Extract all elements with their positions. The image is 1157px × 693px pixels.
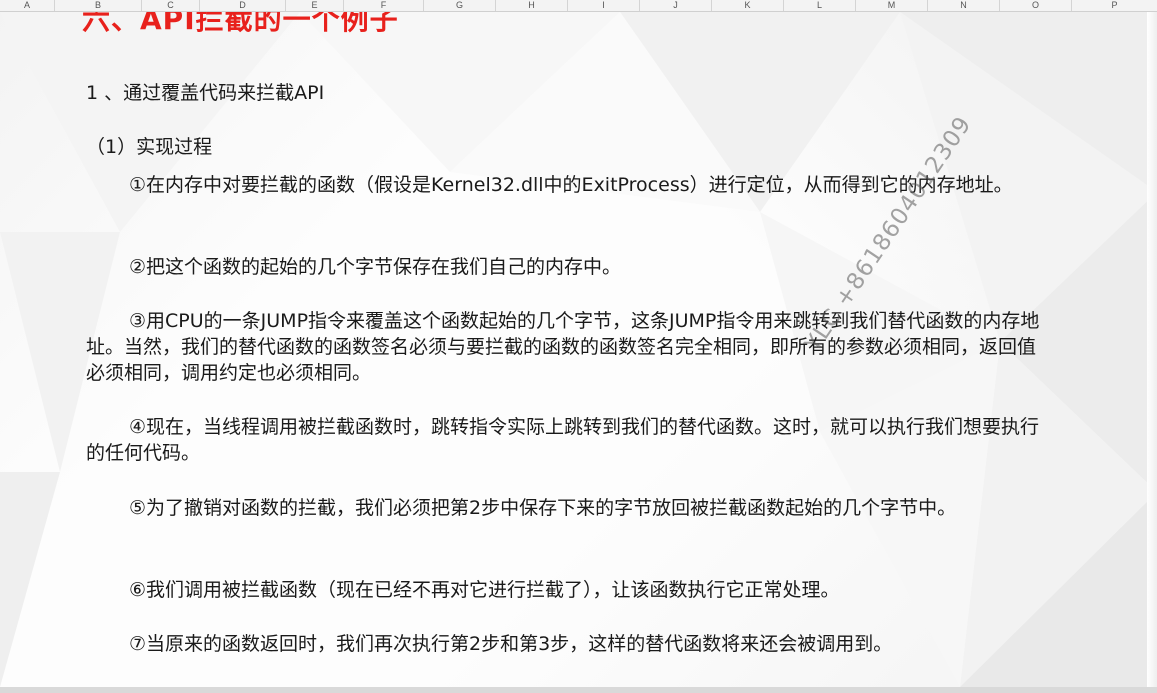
slide-image: 六、API拦截的一个例子 1 、通过覆盖代码来拦截API （1）实现过程 ①在内… bbox=[0, 12, 1157, 687]
column-header-k[interactable]: K bbox=[712, 0, 784, 11]
step-item: ③用CPU的一条JUMP指令来覆盖这个函数起始的几个字节，这条JUMP指令用来跳… bbox=[86, 308, 1046, 386]
column-header-b[interactable]: B bbox=[55, 0, 142, 11]
step-text: ①在内存中对要拦截的函数（假设是Kernel32.dll中的ExitProces… bbox=[129, 174, 1013, 196]
column-header-m[interactable]: M bbox=[856, 0, 928, 11]
step-item: ①在内存中对要拦截的函数（假设是Kernel32.dll中的ExitProces… bbox=[86, 172, 1046, 198]
column-header-j[interactable]: J bbox=[640, 0, 712, 11]
step-text: ④现在，当线程调用被拦截函数时，跳转指令实际上跳转到我们的替代函数。这时，就可以… bbox=[86, 416, 1040, 464]
column-header-f[interactable]: F bbox=[344, 0, 424, 11]
column-header-d[interactable]: D bbox=[200, 0, 286, 11]
subsection-title: （1）实现过程 bbox=[86, 136, 213, 158]
step-item: ④现在，当线程调用被拦截函数时，跳转指令实际上跳转到我们的替代函数。这时，就可以… bbox=[86, 414, 1046, 466]
column-header-l[interactable]: L bbox=[784, 0, 856, 11]
slide-heading: 六、API拦截的一个例子 bbox=[82, 12, 399, 36]
slide-right-edge bbox=[1147, 12, 1157, 687]
step-item: ②把这个函数的起始的几个字节保存在我们自己的内存中。 bbox=[86, 254, 1046, 280]
step-text: ③用CPU的一条JUMP指令来覆盖这个函数起始的几个字节，这条JUMP指令用来跳… bbox=[86, 310, 1040, 384]
step-item: ⑦当原来的函数返回时，我们再次执行第2步和第3步，这样的替代函数将来还会被调用到… bbox=[86, 631, 1046, 657]
column-header-i[interactable]: I bbox=[568, 0, 640, 11]
column-header-h[interactable]: H bbox=[496, 0, 568, 11]
step-item: ⑥我们调用被拦截函数（现在已经不再对它进行拦截了），让该函数执行它正常处理。 bbox=[86, 577, 1046, 603]
column-header-o[interactable]: O bbox=[1000, 0, 1072, 11]
column-header-c[interactable]: C bbox=[142, 0, 200, 11]
step-text: ②把这个函数的起始的几个字节保存在我们自己的内存中。 bbox=[129, 256, 622, 278]
column-header-e[interactable]: E bbox=[286, 0, 344, 11]
screen: A B C D E F G H I J K L M N O P 六、API拦截的… bbox=[0, 0, 1157, 693]
bottom-scroll-edge bbox=[0, 687, 1157, 693]
step-text: ⑥我们调用被拦截函数（现在已经不再对它进行拦截了），让该函数执行它正常处理。 bbox=[129, 579, 840, 601]
spreadsheet-column-header: A B C D E F G H I J K L M N O P bbox=[0, 0, 1157, 12]
step-text: ⑤为了撤销对函数的拦截，我们必须把第2步中保存下来的字节放回被拦截函数起始的几个… bbox=[129, 497, 957, 519]
section-title: 1 、通过覆盖代码来拦截API bbox=[86, 82, 325, 104]
column-header-g[interactable]: G bbox=[424, 0, 496, 11]
step-text: ⑦当原来的函数返回时，我们再次执行第2步和第3步，这样的替代函数将来还会被调用到… bbox=[129, 633, 893, 655]
step-item: ⑤为了撤销对函数的拦截，我们必须把第2步中保存下来的字节放回被拦截函数起始的几个… bbox=[86, 495, 1046, 521]
column-header-p[interactable]: P bbox=[1072, 0, 1157, 11]
column-header-n[interactable]: N bbox=[928, 0, 1000, 11]
column-header-a[interactable]: A bbox=[0, 0, 55, 11]
